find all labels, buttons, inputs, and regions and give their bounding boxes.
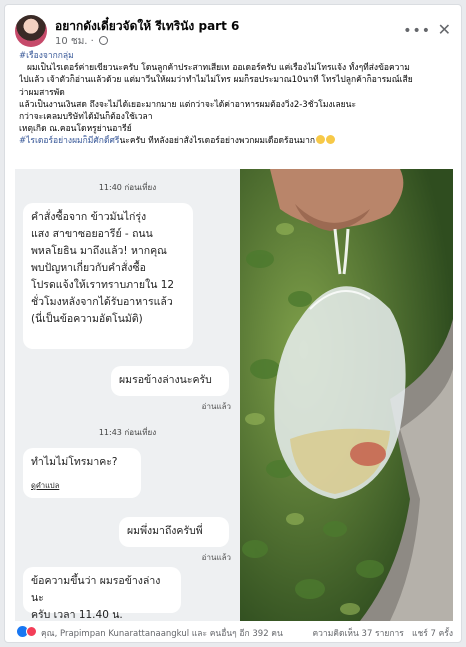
- chat-text: ผมรอข้างล่างนะครับ: [119, 374, 212, 386]
- post-media[interactable]: 11:40 ก่อนเที่ยง คำสั่งซื้อจาก ข้าวมันไก…: [15, 169, 453, 621]
- reactions-summary[interactable]: คุณ, Prapimpan Kunarattanaangkul และ คนอ…: [41, 626, 283, 640]
- hashtag-group-story[interactable]: #เรื่องจากกลุ่ม: [19, 51, 74, 61]
- chat-text-line: พหลโยธิน มาถึงแล้ว! หากคุณ: [31, 245, 167, 257]
- post-time[interactable]: 10 ชม.: [55, 36, 87, 47]
- read-receipt: อ่านแล้ว: [201, 553, 231, 562]
- shares-count[interactable]: แชร์ 7 ครั้ง: [412, 629, 453, 639]
- translate-link[interactable]: ดูคำแปล: [31, 477, 133, 494]
- reactions-bar: คุณ, Prapimpan Kunarattanaangkul และ คนอ…: [17, 625, 455, 641]
- chat-bubble-incoming: ทำไมไม่โทรมาคะ? ดูคำแปล: [23, 448, 141, 498]
- chat-text-line: โปรดแจ้งให้เราทราบภายใน 12: [31, 279, 175, 291]
- chat-bubble-incoming: ข้อความขึ้นว่า ผมรอข้างล่างนะ ครับ เวลา …: [23, 567, 181, 621]
- close-icon[interactable]: ✕: [438, 20, 451, 39]
- post-caption: #เรื่องจากกลุ่ม ผมเป็นไรเดอร์ค่ายเขียวนะ…: [19, 50, 455, 148]
- chat-text-line: พบปัญหาเกี่ยวกับคำสั่งซื้อ: [31, 262, 146, 274]
- caption-line: เหตุเกิด ณ.คอนโดหรูย่านอารีย์: [19, 124, 132, 135]
- caption-line: ผมเป็นไรเดอร์ค่ายเขียวนะครับ โดนลูกค้าปร…: [27, 63, 410, 74]
- chat-timestamp: 11:40 ก่อนเที่ยง: [98, 183, 157, 192]
- caption-line: แล้วเป็นงานเงินสด ถึงจะไม่ได้เยอะมากมาย …: [19, 99, 357, 110]
- post-header: อยากดังเดี๋ยวจัดให้ รีเทรินัง part 6 10 …: [15, 15, 453, 49]
- chat-text: ทำไมไม่โทรมาคะ?: [31, 456, 118, 468]
- caption-line: ว่าผมสารพัด: [19, 87, 65, 98]
- chat-text-line: ครับ เวลา 11.40 น.: [31, 609, 123, 621]
- post-meta: 10 ชม. ·: [55, 34, 109, 49]
- comments-count[interactable]: ความคิดเห็น 37 รายการ: [312, 629, 403, 639]
- globe-icon: [99, 36, 109, 45]
- chat-text-line: ชั่วโมงหลังจากได้รับอาหารแล้ว: [31, 296, 173, 308]
- caption-line: ไปแล้ว เจ้าตัวก็อ่านแล้วด้วย แต่มาวีนให้…: [19, 75, 413, 86]
- chat-text-line: คำสั่งซื้อจาก ข้าวมันไก่รุ่ง: [31, 211, 147, 223]
- chat-text: ผมพึ่งมาถึงครับพี่: [127, 525, 203, 537]
- sad-emoji-icon: [316, 135, 326, 145]
- delivery-photo: [240, 169, 453, 621]
- chat-screenshot: 11:40 ก่อนเที่ยง คำสั่งซื้อจาก ข้าวมันไก…: [15, 169, 240, 621]
- hashtag-rider[interactable]: #ไรเดอร์อย่างผมก็มีศักดิ์ศรี: [19, 136, 119, 146]
- sad-emoji-icon: [326, 135, 336, 145]
- chat-text-line: แสง สาขาซอยอารีย์ - ถนน: [31, 228, 153, 240]
- chat-bubble-incoming: คำสั่งซื้อจาก ข้าวมันไก่รุ่ง แสง สาขาซอย…: [23, 203, 193, 349]
- chat-bubble-outgoing: ผมรอข้างล่างนะครับ: [111, 366, 229, 396]
- chat-timestamp: 11:43 ก่อนเที่ยง: [98, 428, 157, 437]
- photo-illustration: [240, 169, 453, 621]
- read-receipt: อ่านแล้ว: [201, 402, 231, 411]
- caption-line: กว่าจะเคลมบริษัทได้มันก็ต้องใช้เวลา: [19, 112, 153, 123]
- post-card: อยากดังเดี๋ยวจัดให้ รีเทรินัง part 6 10 …: [4, 4, 462, 643]
- chat-bubble-outgoing: ผมพึ่งมาถึงครับพี่: [119, 517, 229, 547]
- caption-last-line: นะครับ ทีหลังอย่าสั่งไรเดอร์อย่างพวกผมเด…: [119, 136, 316, 147]
- love-reaction-icon[interactable]: [26, 626, 37, 637]
- chat-text-line: ข้อความขึ้นว่า ผมรอข้างล่างนะ: [31, 575, 161, 604]
- engagement-counts: ความคิดเห็น 37 รายการ แชร์ 7 ครั้ง: [312, 626, 453, 640]
- author-avatar[interactable]: [15, 15, 47, 47]
- more-icon[interactable]: •••: [403, 23, 431, 39]
- chat-text-line: (นี่เป็นข้อความอัตโนมัติ): [31, 313, 143, 325]
